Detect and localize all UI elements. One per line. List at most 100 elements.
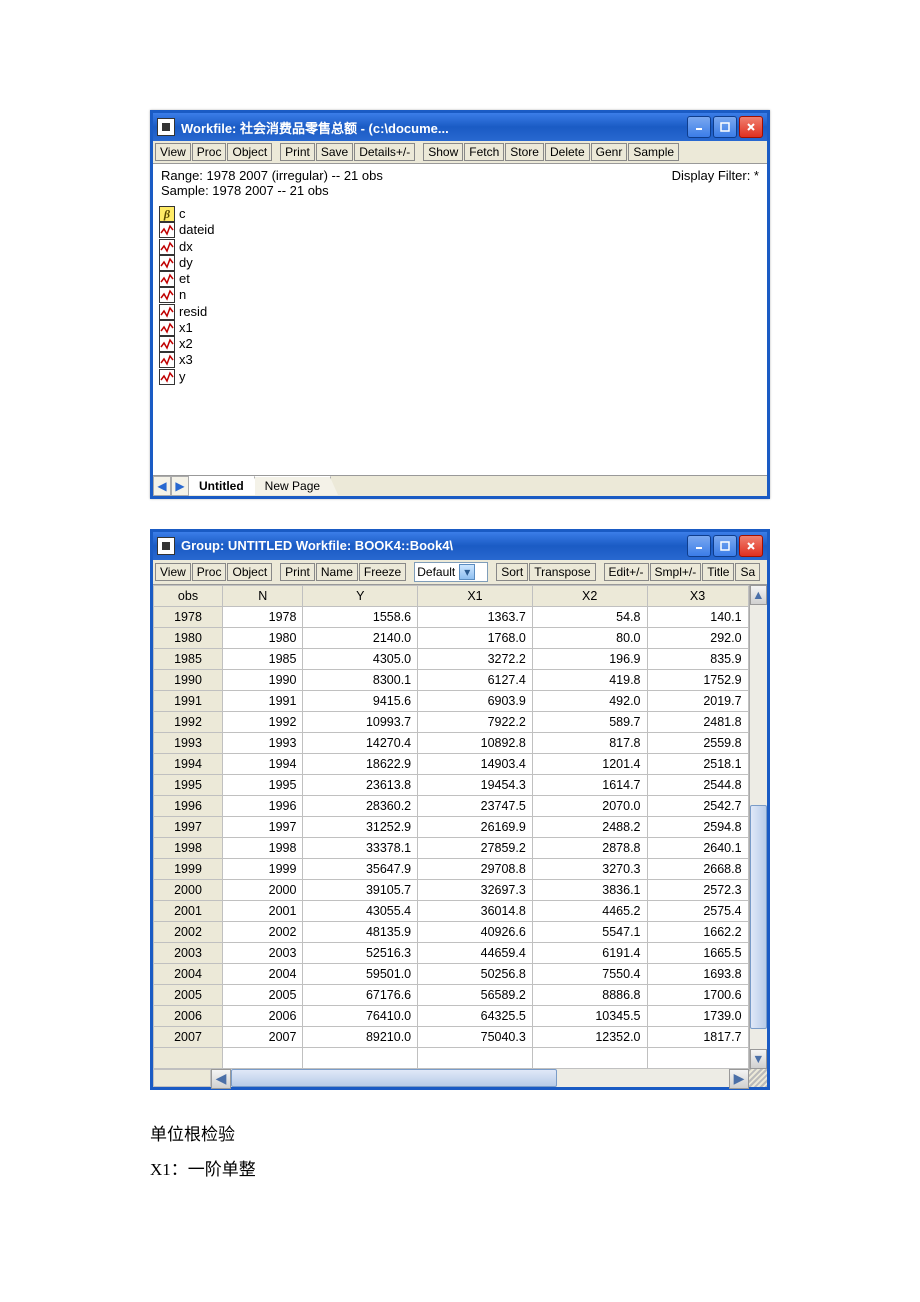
toolbar-object-button[interactable]: Object — [227, 143, 272, 161]
row-header[interactable]: 2004 — [154, 963, 223, 984]
col-header-y[interactable]: Y — [303, 585, 418, 606]
cell[interactable]: 1980 — [223, 627, 303, 648]
cell[interactable]: 10892.8 — [418, 732, 533, 753]
cell[interactable]: 1662.2 — [647, 921, 748, 942]
cell[interactable]: 817.8 — [532, 732, 647, 753]
table-row[interactable]: 1996199628360.223747.52070.02542.7 — [154, 795, 749, 816]
cell[interactable]: 3270.3 — [532, 858, 647, 879]
cell[interactable]: 1998 — [223, 837, 303, 858]
titlebar[interactable]: Workfile: 社会消费品零售总额 - (c:\docume... — [153, 113, 767, 141]
maximize-button[interactable] — [713, 116, 737, 138]
var-item-dx[interactable]: dx — [159, 239, 761, 255]
cell[interactable]: 196.9 — [532, 648, 647, 669]
scroll-thumb[interactable] — [750, 805, 767, 1029]
row-header[interactable]: 1980 — [154, 627, 223, 648]
cell[interactable]: 2481.8 — [647, 711, 748, 732]
scroll-left-button[interactable]: ◀ — [211, 1069, 231, 1089]
cell[interactable]: 12352.0 — [532, 1026, 647, 1047]
cell[interactable]: 140.1 — [647, 606, 748, 627]
table-row[interactable]: 2000200039105.732697.33836.12572.3 — [154, 879, 749, 900]
cell[interactable]: 2004 — [223, 963, 303, 984]
toolbar-proc-button[interactable]: Proc — [192, 143, 227, 161]
col-header-n[interactable]: N — [223, 585, 303, 606]
row-header[interactable]: 2002 — [154, 921, 223, 942]
cell[interactable]: 2594.8 — [647, 816, 748, 837]
table-row[interactable]: 2001200143055.436014.84465.22575.4 — [154, 900, 749, 921]
toolbar-transpose-button[interactable]: Transpose — [529, 563, 595, 581]
row-header[interactable]: 2005 — [154, 984, 223, 1005]
minimize-button[interactable] — [687, 535, 711, 557]
var-item-dy[interactable]: dy — [159, 255, 761, 271]
cell[interactable]: 23747.5 — [418, 795, 533, 816]
cell[interactable]: 1993 — [223, 732, 303, 753]
cell[interactable]: 2668.8 — [647, 858, 748, 879]
cell[interactable]: 292.0 — [647, 627, 748, 648]
cell[interactable]: 4305.0 — [303, 648, 418, 669]
col-header-x1[interactable]: X1 — [418, 585, 533, 606]
toolbar-print-button[interactable]: Print — [280, 563, 315, 581]
row-header[interactable]: 1992 — [154, 711, 223, 732]
scroll-track[interactable] — [750, 605, 767, 1049]
toolbar-sort-button[interactable]: Sort — [496, 563, 528, 581]
scroll-up-button[interactable]: ▲ — [750, 585, 767, 605]
cell[interactable]: 39105.7 — [303, 879, 418, 900]
table-row[interactable]: 2002200248135.940926.65547.11662.2 — [154, 921, 749, 942]
cell[interactable]: 14903.4 — [418, 753, 533, 774]
cell[interactable]: 4465.2 — [532, 900, 647, 921]
row-header[interactable]: 2003 — [154, 942, 223, 963]
cell[interactable]: 2542.7 — [647, 795, 748, 816]
toolbar-proc-button[interactable]: Proc — [192, 563, 227, 581]
table-row[interactable]: 1993199314270.410892.8817.82559.8 — [154, 732, 749, 753]
toolbar-sample-button[interactable]: Sample — [628, 143, 679, 161]
cell[interactable]: 76410.0 — [303, 1005, 418, 1026]
table-row[interactable]: 1999199935647.929708.83270.32668.8 — [154, 858, 749, 879]
cell[interactable]: 56589.2 — [418, 984, 533, 1005]
cell[interactable]: 29708.8 — [418, 858, 533, 879]
cell[interactable]: 1978 — [223, 606, 303, 627]
cell[interactable]: 1201.4 — [532, 753, 647, 774]
row-header[interactable]: 1991 — [154, 690, 223, 711]
page-tab-new[interactable]: New Page — [255, 476, 331, 495]
cell[interactable]: 6191.4 — [532, 942, 647, 963]
col-header-x2[interactable]: X2 — [532, 585, 647, 606]
cell[interactable]: 28360.2 — [303, 795, 418, 816]
cell[interactable]: 1996 — [223, 795, 303, 816]
col-header-x3[interactable]: X3 — [647, 585, 748, 606]
table-row[interactable]: 199119919415.66903.9492.02019.7 — [154, 690, 749, 711]
table-row[interactable]: 1994199418622.914903.41201.42518.1 — [154, 753, 749, 774]
vertical-scrollbar[interactable]: ▲ ▼ — [749, 585, 767, 1069]
cell[interactable]: 2488.2 — [532, 816, 647, 837]
var-item-resid[interactable]: resid — [159, 304, 761, 320]
table-row[interactable]: 1995199523613.819454.31614.72544.8 — [154, 774, 749, 795]
cell[interactable]: 1739.0 — [647, 1005, 748, 1026]
cell[interactable]: 2001 — [223, 900, 303, 921]
table-row[interactable]: 1997199731252.926169.92488.22594.8 — [154, 816, 749, 837]
cell[interactable]: 6903.9 — [418, 690, 533, 711]
resize-grip[interactable] — [749, 1069, 767, 1087]
cell[interactable]: 1999 — [223, 858, 303, 879]
cell[interactable]: 2007 — [223, 1026, 303, 1047]
tab-next-button[interactable]: ▶ — [171, 476, 189, 496]
page-tab-untitled[interactable]: Untitled — [189, 476, 255, 495]
row-header[interactable]: 2000 — [154, 879, 223, 900]
tab-prev-button[interactable]: ◀ — [153, 476, 171, 496]
row-header[interactable]: 2001 — [154, 900, 223, 921]
row-header[interactable]: 1990 — [154, 669, 223, 690]
row-header[interactable]: 1998 — [154, 837, 223, 858]
cell[interactable]: 54.8 — [532, 606, 647, 627]
cell[interactable]: 2559.8 — [647, 732, 748, 753]
toolbar-edit--button[interactable]: Edit+/- — [604, 563, 649, 581]
cell[interactable]: 33378.1 — [303, 837, 418, 858]
toolbar-view-button[interactable]: View — [155, 143, 191, 161]
toolbar-delete-button[interactable]: Delete — [545, 143, 590, 161]
table-row[interactable]: 2004200459501.050256.87550.41693.8 — [154, 963, 749, 984]
cell[interactable]: 40926.6 — [418, 921, 533, 942]
row-header[interactable]: 2007 — [154, 1026, 223, 1047]
var-item-dateid[interactable]: dateid — [159, 222, 761, 238]
cell[interactable]: 19454.3 — [418, 774, 533, 795]
cell[interactable]: 1700.6 — [647, 984, 748, 1005]
table-row[interactable]: 2003200352516.344659.46191.41665.5 — [154, 942, 749, 963]
cell[interactable]: 8886.8 — [532, 984, 647, 1005]
cell[interactable]: 18622.9 — [303, 753, 418, 774]
table-row[interactable]: 2005200567176.656589.28886.81700.6 — [154, 984, 749, 1005]
